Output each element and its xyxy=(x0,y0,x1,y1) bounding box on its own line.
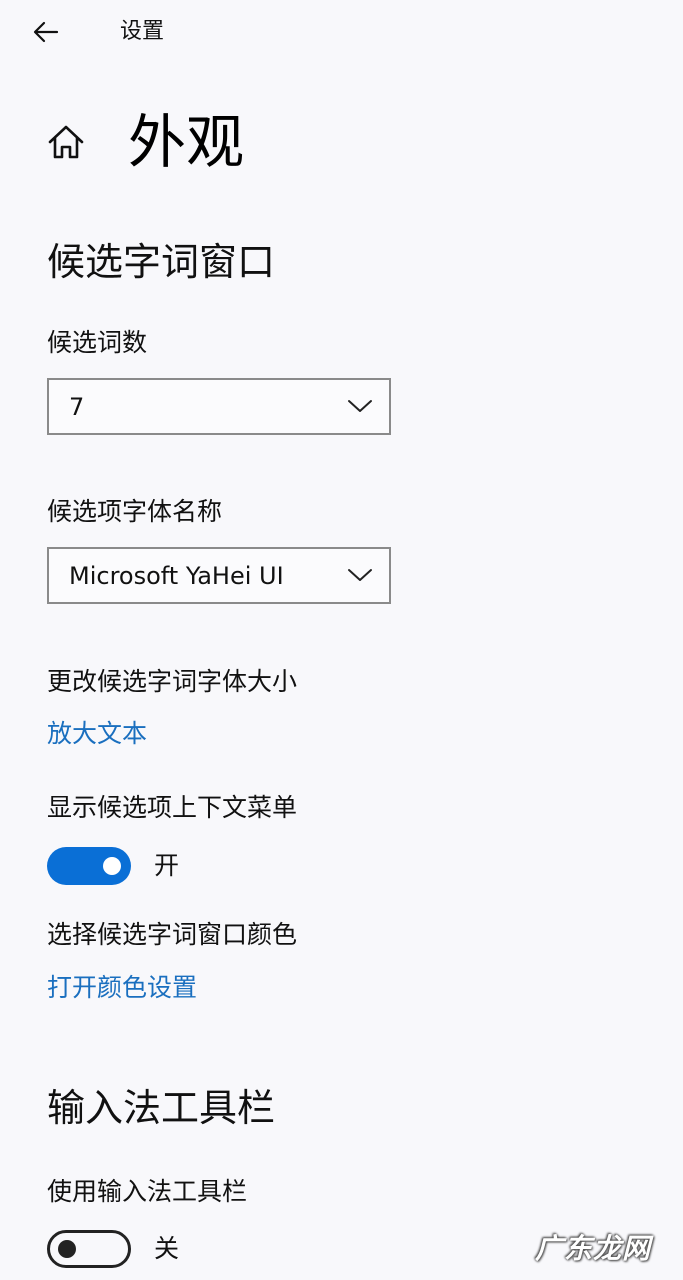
section-title-candidate-window: 候选字词窗口 xyxy=(47,240,276,284)
home-icon xyxy=(48,125,84,159)
context-menu-label: 显示候选项上下文菜单 xyxy=(47,793,298,822)
font-size-label: 更改候选字词字体大小 xyxy=(47,667,298,696)
toggle-knob xyxy=(58,1240,76,1258)
ime-toolbar-toggle[interactable] xyxy=(47,1230,131,1268)
candidate-font-select[interactable]: Microsoft YaHei UI xyxy=(47,547,391,604)
candidate-count-select[interactable]: 7 xyxy=(47,378,391,435)
chevron-down-icon xyxy=(348,400,372,412)
section-title-ime-toolbar: 输入法工具栏 xyxy=(47,1086,276,1130)
toggle-knob xyxy=(103,857,121,875)
window-color-label: 选择候选字词窗口颜色 xyxy=(47,920,298,949)
candidate-font-label: 候选项字体名称 xyxy=(47,497,223,526)
context-menu-toggle-state: 开 xyxy=(154,851,180,880)
page-title: 外观 xyxy=(128,108,245,176)
context-menu-toggle[interactable] xyxy=(47,847,131,885)
watermark: 广东龙网 xyxy=(534,1232,651,1265)
chevron-down-icon xyxy=(348,569,372,581)
use-ime-toolbar-label: 使用输入法工具栏 xyxy=(47,1177,248,1206)
candidate-font-value: Microsoft YaHei UI xyxy=(69,562,284,590)
candidate-count-label: 候选词数 xyxy=(47,328,148,357)
open-color-settings-link[interactable]: 打开颜色设置 xyxy=(47,972,197,1004)
back-button[interactable] xyxy=(26,12,66,52)
window-title: 设置 xyxy=(120,19,165,44)
ime-toolbar-toggle-state: 关 xyxy=(154,1234,180,1263)
home-button[interactable] xyxy=(44,120,88,164)
candidate-count-value: 7 xyxy=(69,393,85,421)
enlarge-text-link[interactable]: 放大文本 xyxy=(47,718,147,750)
title-bar: 设置 xyxy=(0,0,683,64)
arrow-left-icon xyxy=(33,21,59,43)
